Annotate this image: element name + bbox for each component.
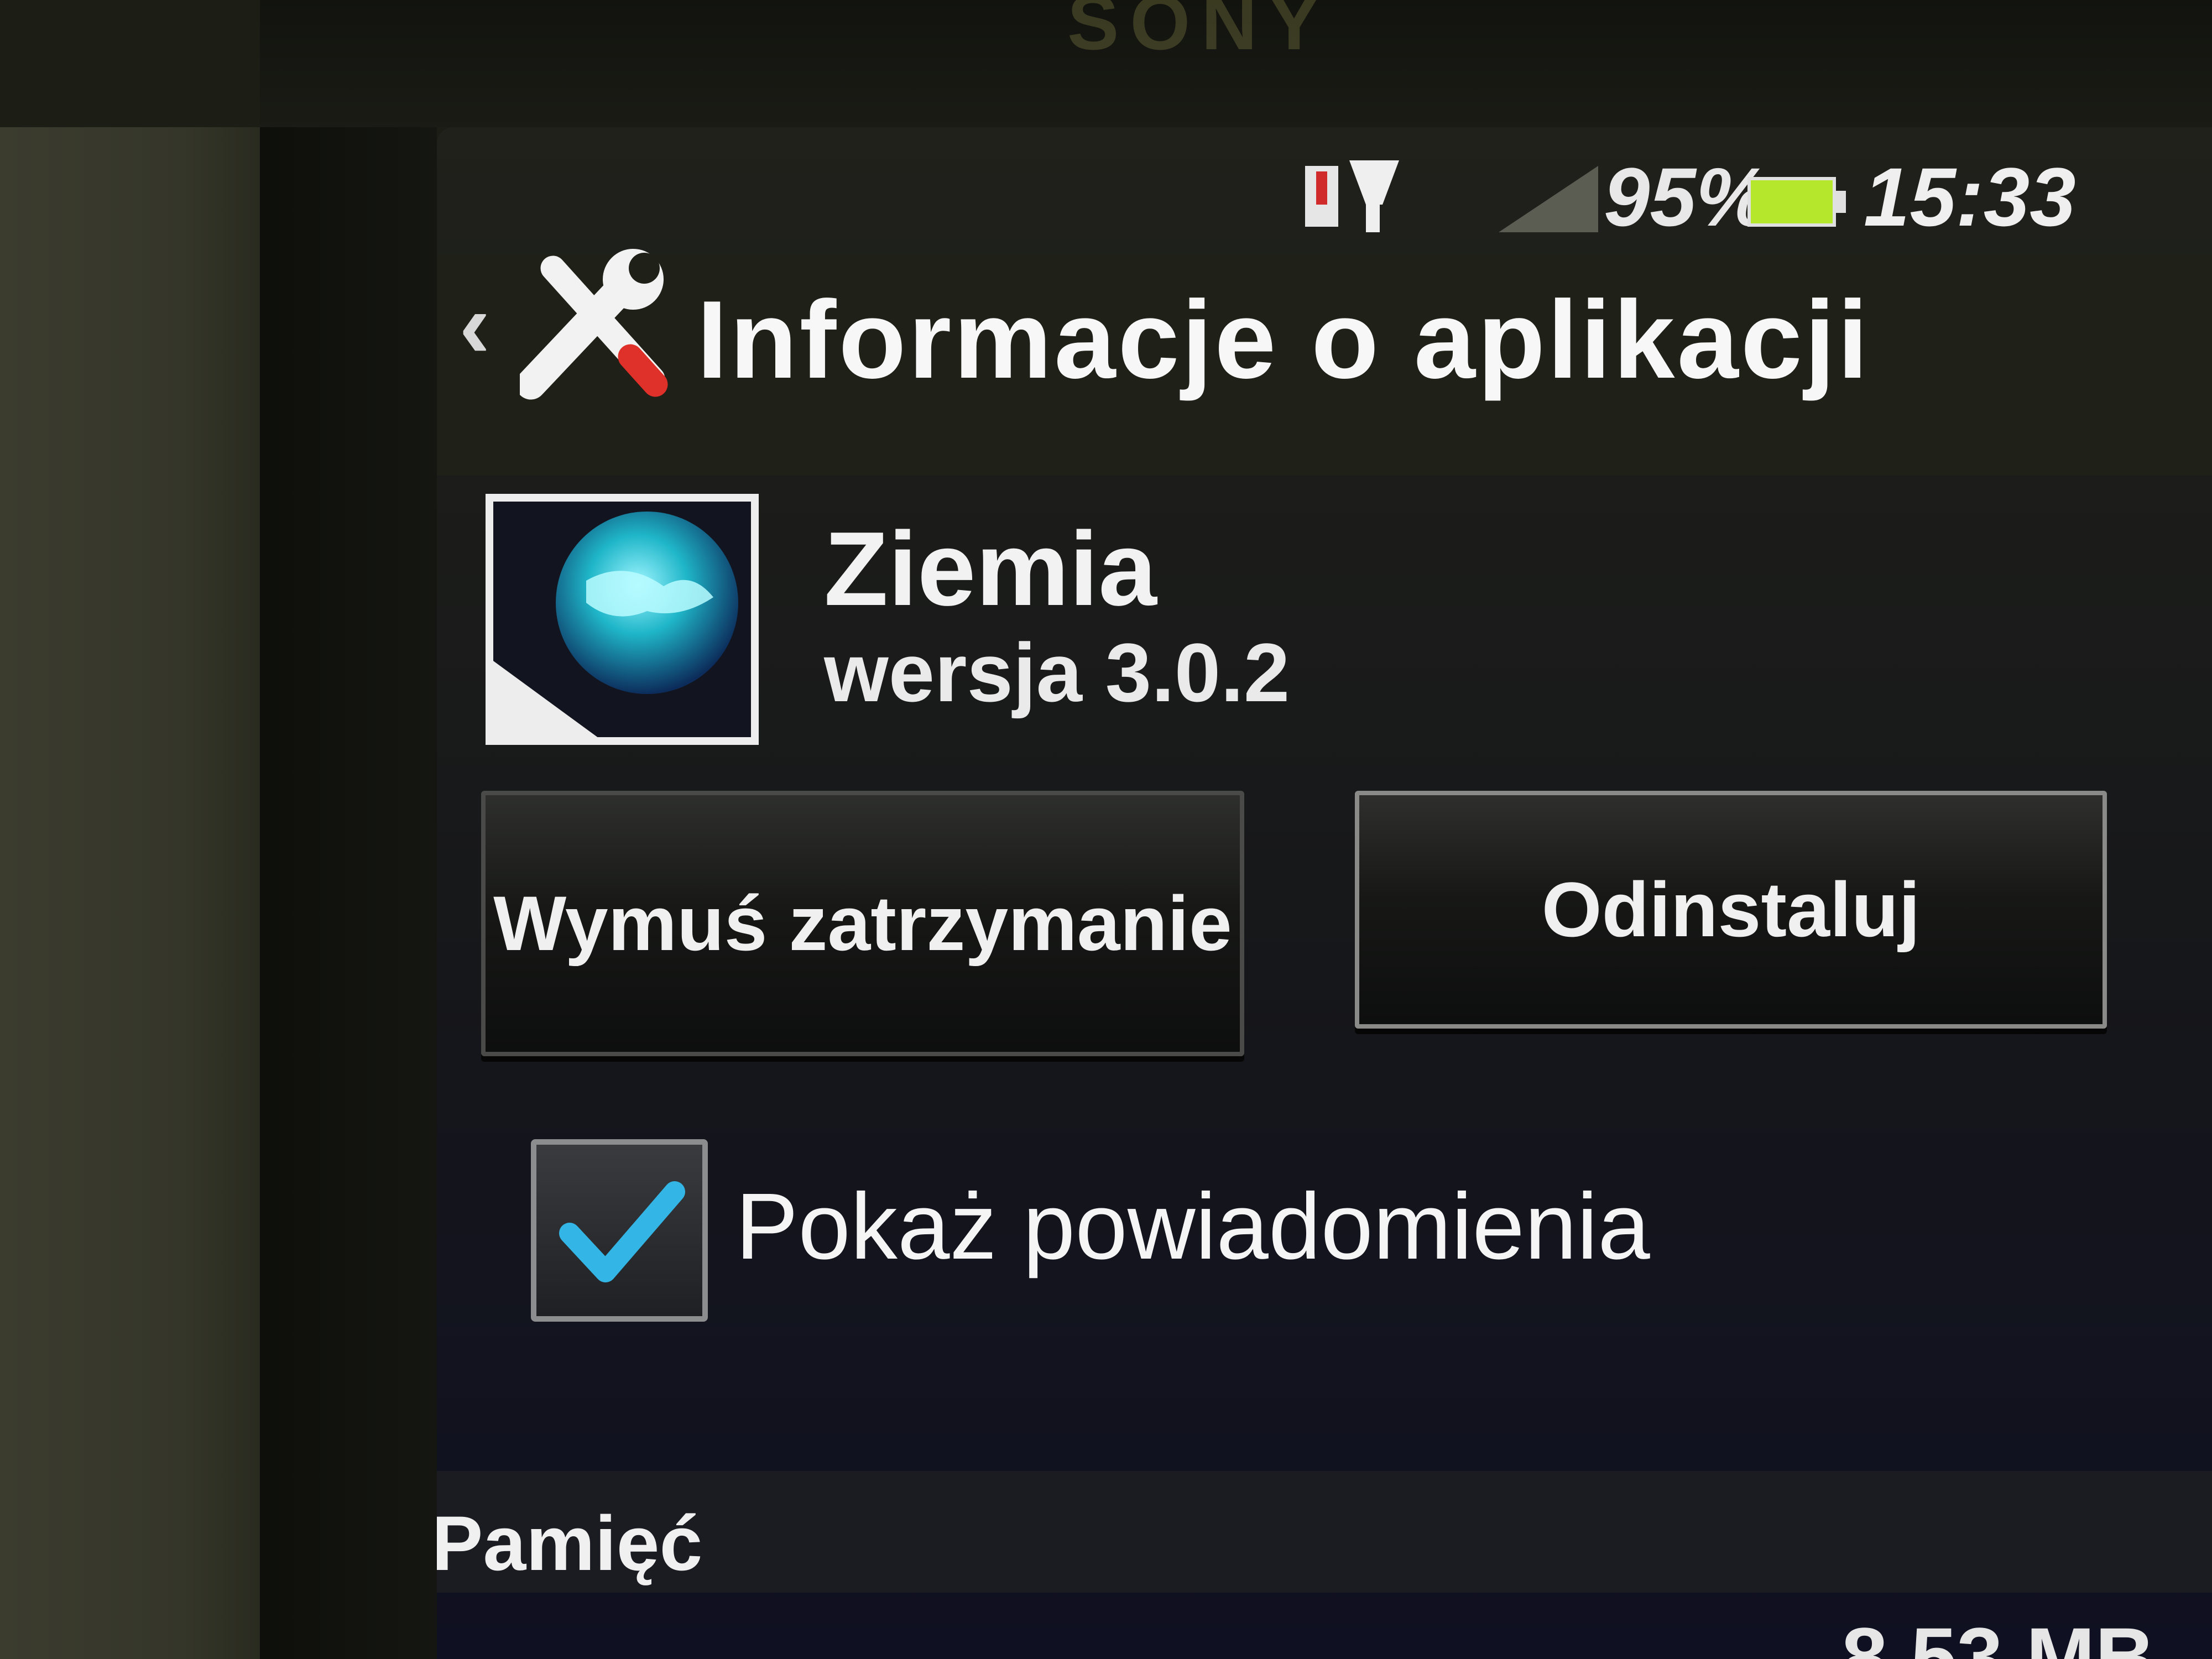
storage-section-header [437,1471,2212,1593]
show-notifications-checkbox[interactable] [531,1139,708,1322]
checkmark-icon [559,1181,685,1282]
background-wall [0,127,260,1659]
notification-icon [1305,160,1399,232]
page-title: Informacje o aplikacji [697,278,1871,401]
chevron-left-icon[interactable]: ‹ [459,271,491,379]
status-clock: 15:33 [1864,150,2076,243]
status-bar: 95% 15:33 [437,127,2212,254]
app-version: wersja 3.0.2 [824,626,1290,719]
signal-icon [1499,166,1598,232]
device-bezel-left [260,0,437,1659]
show-notifications-label[interactable]: Pokaż powiadomienia [735,1172,1650,1281]
force-stop-button[interactable]: Wymuś zatrzymanie [481,791,1244,1056]
settings-tools-icon[interactable] [520,246,669,401]
uninstall-button[interactable]: Odinstaluj [1355,791,2107,1029]
device-brand-logo: SONY [1067,0,1331,66]
phone-screen: 95% 15:33 ‹ Informacje o aplikacji Ziemi… [437,127,2212,1659]
battery-percent: 95% [1604,150,1770,243]
battery-icon [1747,166,1847,232]
app-name: Ziemia [824,510,1157,628]
storage-total-value: 8,53 MB [1841,1610,2155,1659]
storage-section-title: Pamięć [437,1500,703,1587]
earth-globe-icon [486,494,759,745]
